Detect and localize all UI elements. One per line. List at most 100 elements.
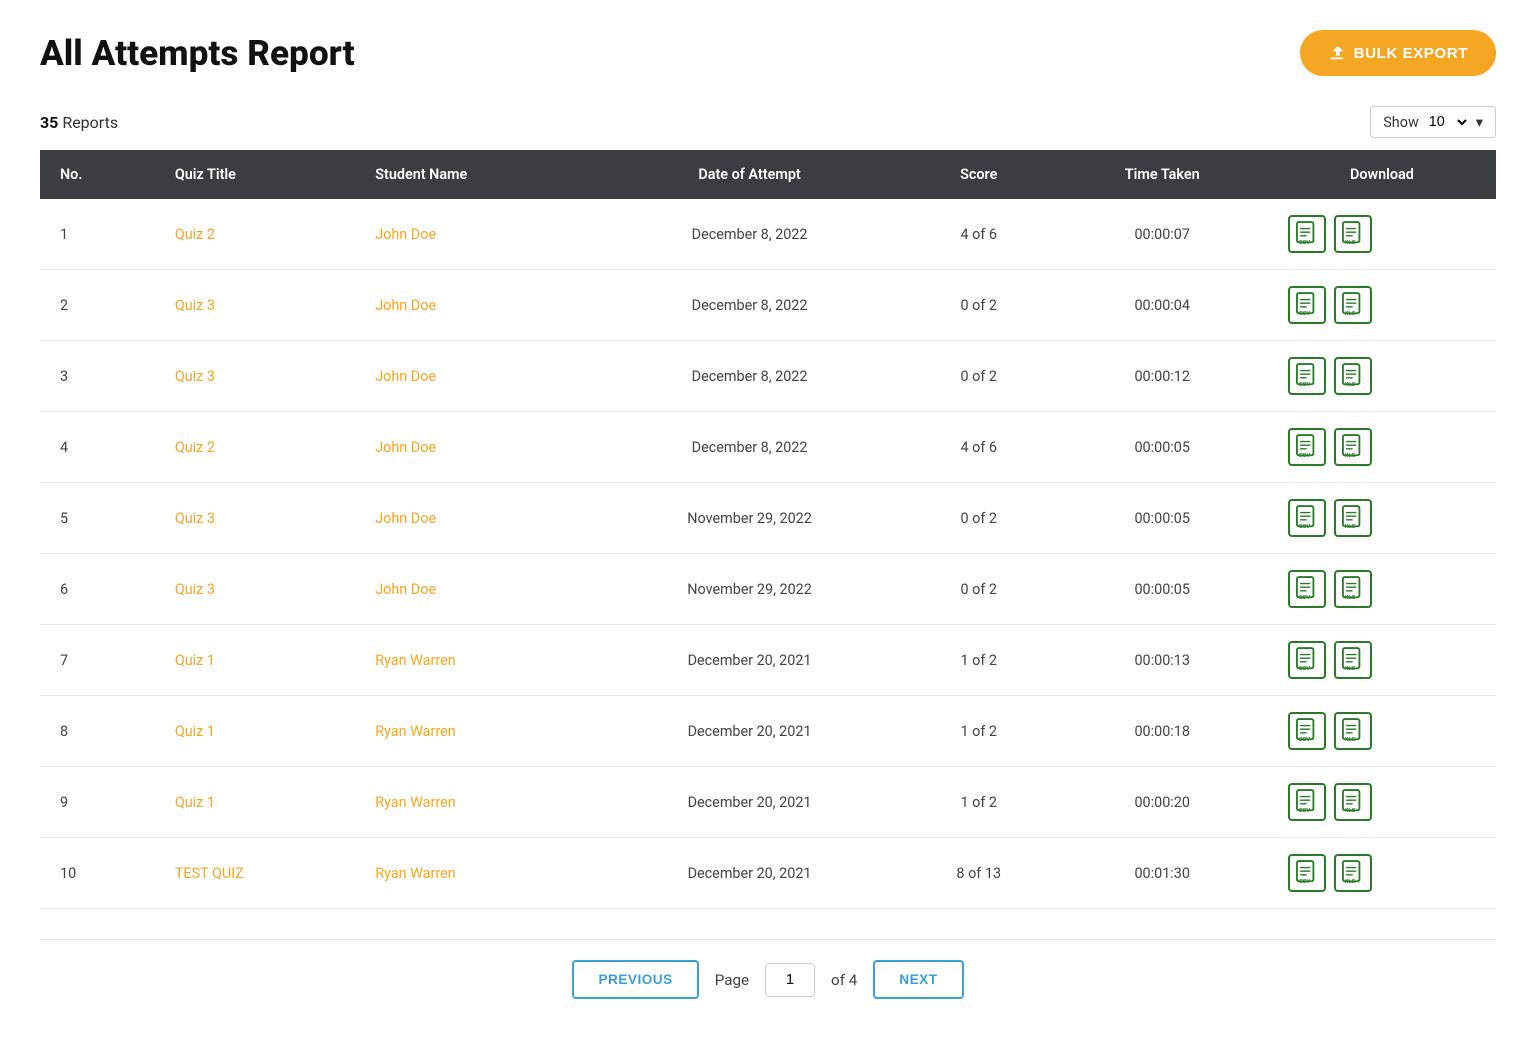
cell-download: CSV XLS: [1268, 270, 1496, 341]
cell-score: 1 of 2: [901, 625, 1057, 696]
svg-text:XLS: XLS: [1345, 737, 1356, 743]
student-link[interactable]: John Doe: [375, 226, 436, 243]
quiz-link[interactable]: Quiz 1: [175, 652, 215, 669]
quiz-link[interactable]: Quiz 3: [175, 297, 215, 314]
cell-score: 4 of 6: [901, 412, 1057, 483]
csv-download-button[interactable]: CSV: [1288, 428, 1326, 466]
cell-no: 9: [40, 767, 155, 838]
cell-date: December 8, 2022: [598, 341, 901, 412]
xls-icon: XLS: [1342, 576, 1364, 602]
student-link[interactable]: John Doe: [375, 368, 436, 385]
cell-date: November 29, 2022: [598, 554, 901, 625]
csv-download-button[interactable]: CSV: [1288, 712, 1326, 750]
student-link[interactable]: Ryan Warren: [375, 865, 455, 882]
csv-download-button[interactable]: CSV: [1288, 641, 1326, 679]
csv-icon: CSV: [1296, 718, 1318, 744]
table-row: 1 Quiz 2 John Doe December 8, 2022 4 of …: [40, 199, 1496, 270]
show-select-wrapper[interactable]: Show 10 25 50 100 ▾: [1370, 106, 1496, 138]
download-icons: CSV XLS: [1288, 428, 1476, 466]
csv-download-button[interactable]: CSV: [1288, 215, 1326, 253]
table-row: 4 Quiz 2 John Doe December 8, 2022 4 of …: [40, 412, 1496, 483]
col-no: No.: [40, 150, 155, 199]
cell-quiz: Quiz 1: [155, 625, 355, 696]
student-link[interactable]: Ryan Warren: [375, 794, 455, 811]
table-row: 6 Quiz 3 John Doe November 29, 2022 0 of…: [40, 554, 1496, 625]
table-row: 9 Quiz 1 Ryan Warren December 20, 2021 1…: [40, 767, 1496, 838]
quiz-link[interactable]: Quiz 2: [175, 226, 215, 243]
export-icon: [1328, 44, 1346, 62]
student-link[interactable]: John Doe: [375, 439, 436, 456]
xls-download-button[interactable]: XLS: [1334, 215, 1372, 253]
previous-button[interactable]: PREVIOUS: [572, 960, 698, 999]
cell-score: 1 of 2: [901, 767, 1057, 838]
cell-student: John Doe: [355, 483, 598, 554]
cell-student: John Doe: [355, 270, 598, 341]
xls-download-button[interactable]: XLS: [1334, 428, 1372, 466]
svg-text:XLS: XLS: [1345, 666, 1356, 672]
student-link[interactable]: John Doe: [375, 581, 436, 598]
quiz-link[interactable]: Quiz 1: [175, 723, 215, 740]
csv-download-button[interactable]: CSV: [1288, 499, 1326, 537]
quiz-link[interactable]: Quiz 3: [175, 510, 215, 527]
svg-text:XLS: XLS: [1345, 453, 1356, 459]
xls-icon: XLS: [1342, 434, 1364, 460]
xls-download-button[interactable]: XLS: [1334, 641, 1372, 679]
cell-quiz: Quiz 2: [155, 199, 355, 270]
cell-quiz: Quiz 3: [155, 554, 355, 625]
cell-no: 8: [40, 696, 155, 767]
next-button[interactable]: NEXT: [873, 960, 963, 999]
col-time: Time Taken: [1057, 150, 1268, 199]
svg-text:XLS: XLS: [1345, 240, 1356, 246]
cell-no: 7: [40, 625, 155, 696]
svg-text:XLS: XLS: [1345, 595, 1356, 601]
quiz-link[interactable]: Quiz 1: [175, 794, 215, 811]
bulk-export-button[interactable]: BULK EXPORT: [1300, 30, 1496, 76]
page-input[interactable]: [765, 963, 815, 997]
cell-date: December 20, 2021: [598, 625, 901, 696]
cell-no: 10: [40, 838, 155, 909]
csv-icon: CSV: [1296, 363, 1318, 389]
cell-score: 0 of 2: [901, 554, 1057, 625]
csv-download-button[interactable]: CSV: [1288, 286, 1326, 324]
quiz-link[interactable]: TEST QUIZ: [175, 865, 244, 882]
xls-icon: XLS: [1342, 292, 1364, 318]
pagination-row: PREVIOUS Page of 4 NEXT: [40, 939, 1496, 1019]
xls-download-button[interactable]: XLS: [1334, 854, 1372, 892]
quiz-link[interactable]: Quiz 2: [175, 439, 215, 456]
xls-download-button[interactable]: XLS: [1334, 357, 1372, 395]
download-icons: CSV XLS: [1288, 286, 1476, 324]
xls-download-button[interactable]: XLS: [1334, 570, 1372, 608]
quiz-link[interactable]: Quiz 3: [175, 368, 215, 385]
student-link[interactable]: John Doe: [375, 297, 436, 314]
svg-text:XLS: XLS: [1345, 311, 1356, 317]
download-icons: CSV XLS: [1288, 215, 1476, 253]
cell-date: December 20, 2021: [598, 696, 901, 767]
cell-download: CSV XLS: [1268, 838, 1496, 909]
xls-download-button[interactable]: XLS: [1334, 286, 1372, 324]
col-student-name: Student Name: [355, 150, 598, 199]
student-link[interactable]: Ryan Warren: [375, 652, 455, 669]
csv-download-button[interactable]: CSV: [1288, 854, 1326, 892]
csv-download-button[interactable]: CSV: [1288, 783, 1326, 821]
cell-student: Ryan Warren: [355, 696, 598, 767]
xls-download-button[interactable]: XLS: [1334, 499, 1372, 537]
xls-icon: XLS: [1342, 221, 1364, 247]
show-select[interactable]: 10 25 50 100: [1425, 113, 1470, 131]
student-link[interactable]: John Doe: [375, 510, 436, 527]
download-icons: CSV XLS: [1288, 641, 1476, 679]
cell-student: Ryan Warren: [355, 625, 598, 696]
cell-quiz: Quiz 1: [155, 767, 355, 838]
page-label: Page: [715, 971, 749, 989]
csv-download-button[interactable]: CSV: [1288, 357, 1326, 395]
cell-score: 0 of 2: [901, 341, 1057, 412]
csv-download-button[interactable]: CSV: [1288, 570, 1326, 608]
xls-icon: XLS: [1342, 789, 1364, 815]
svg-text:XLS: XLS: [1345, 808, 1356, 814]
cell-date: December 8, 2022: [598, 412, 901, 483]
table-row: 3 Quiz 3 John Doe December 8, 2022 0 of …: [40, 341, 1496, 412]
student-link[interactable]: Ryan Warren: [375, 723, 455, 740]
quiz-link[interactable]: Quiz 3: [175, 581, 215, 598]
cell-score: 0 of 2: [901, 270, 1057, 341]
xls-download-button[interactable]: XLS: [1334, 783, 1372, 821]
xls-download-button[interactable]: XLS: [1334, 712, 1372, 750]
